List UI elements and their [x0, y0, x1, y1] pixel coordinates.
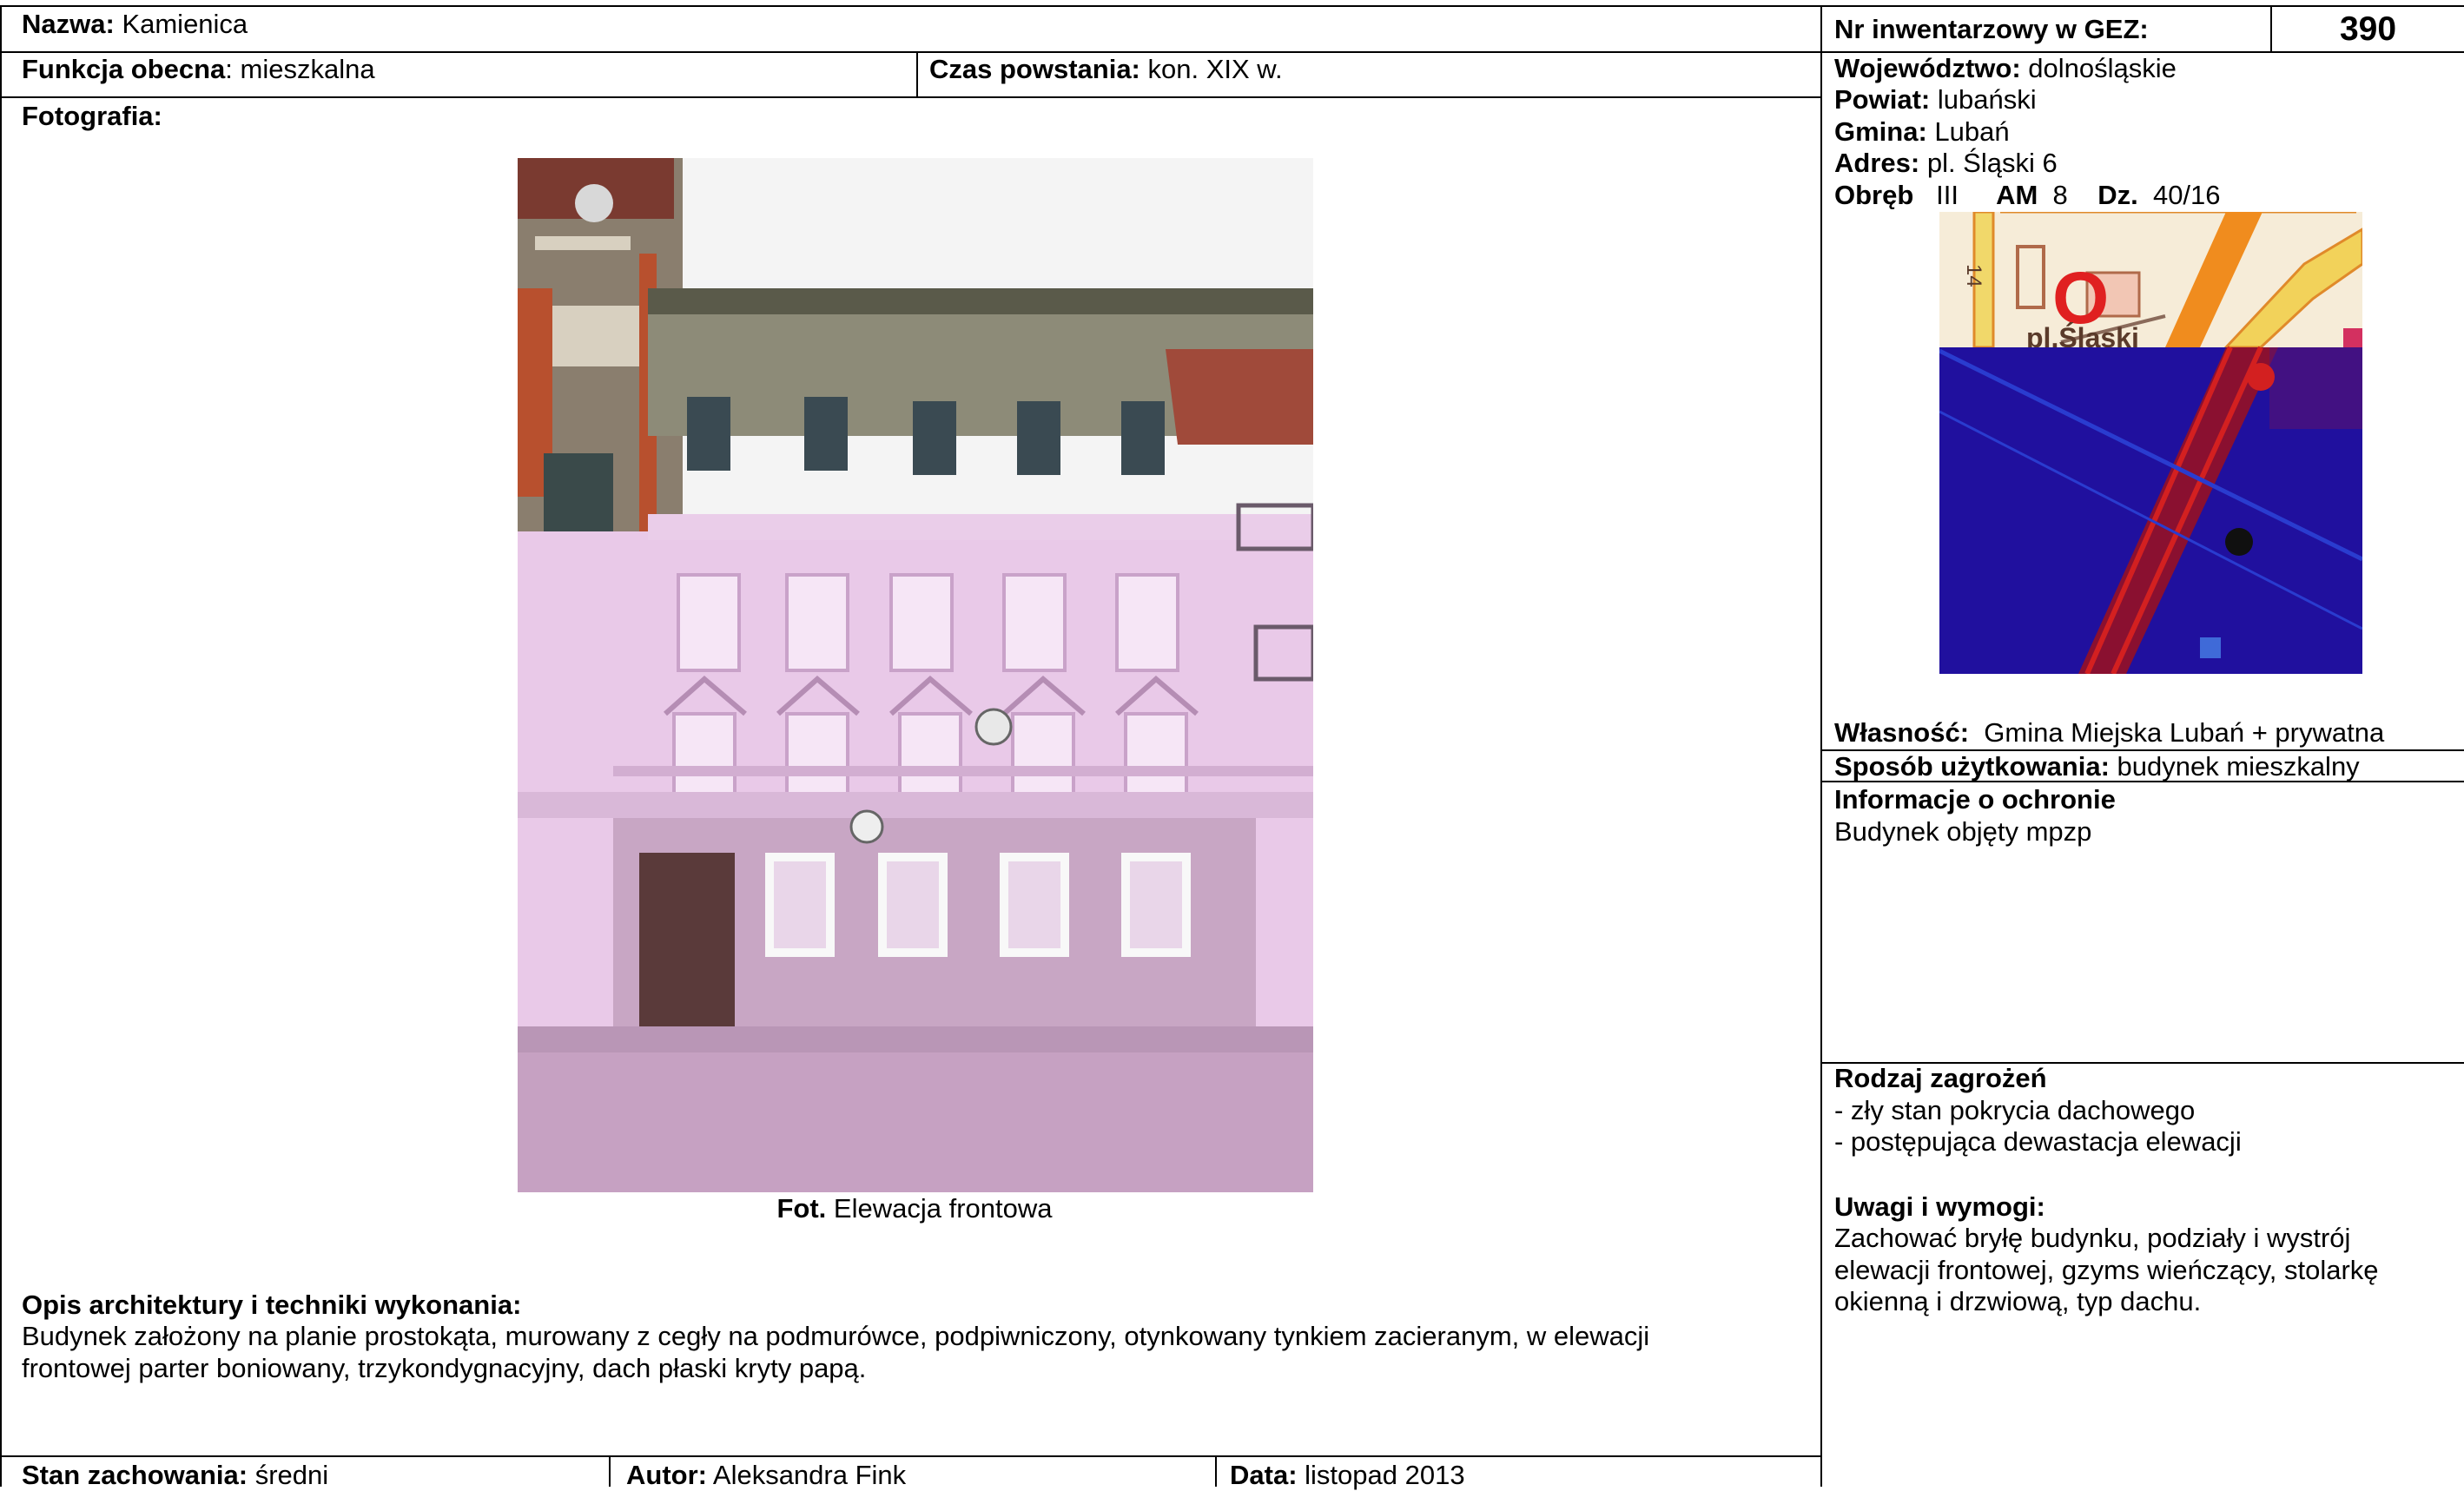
creation-value: kon. XIX w. — [1147, 54, 1283, 84]
am-label: AM — [1996, 180, 2038, 210]
photo-caption-bold: Fot. — [776, 1193, 827, 1224]
county-field: Powiat: lubański — [1834, 84, 2037, 115]
author-label: Autor: — [626, 1460, 707, 1490]
name-label: Nazwa: — [22, 9, 115, 39]
description-line: Budynek założony na planie prostokąta, m… — [22, 1321, 1650, 1351]
function-field: Funkcja obecna: mieszkalna — [22, 54, 375, 85]
column-divider — [1820, 5, 1822, 1487]
county-value: lubański — [1937, 84, 2037, 115]
building-photo — [518, 158, 1313, 1192]
column-divider — [916, 51, 918, 97]
protection-text: Budynek objęty mpzp — [1834, 816, 2092, 847]
photo-caption-text: Elewacja frontowa — [833, 1193, 1053, 1224]
inventory-number: 390 — [2339, 10, 2397, 48]
ownership-field: Własność: Gmina Miejska Lubań + prywatna — [1834, 717, 2384, 749]
description-line: frontowej parter boniowany, trzykondygna… — [22, 1353, 867, 1383]
ownership-label: Własność: — [1834, 717, 1970, 748]
photo-label: Fotografia: — [22, 101, 162, 131]
condition-value: średni — [254, 1460, 329, 1490]
voivodeship-value: dolnośląskie — [2028, 53, 2177, 83]
precinct-value: III — [1936, 180, 1959, 210]
building-photo-image — [518, 158, 1313, 1192]
usage-value: budynek mieszkalny — [2117, 751, 2360, 782]
plot-value: 40/16 — [2152, 180, 2221, 210]
cadastral-field: Obręb III AM 8 Dz. 40/16 — [1834, 180, 2221, 211]
address-field: Adres: pl. Śląski 6 — [1834, 148, 2058, 179]
address-label: Adres: — [1834, 148, 1920, 178]
threat-item: - zły stan pokrycia dachowego — [1834, 1095, 2196, 1125]
row-divider — [0, 96, 1822, 98]
inventory-label: Nr inwentarzowy w GEZ: — [1834, 14, 2149, 44]
threats-heading: Rodzaj zagrożeń — [1834, 1063, 2047, 1093]
column-divider — [609, 1455, 611, 1487]
threat-item: - postępująca dewastacja elewacji — [1834, 1126, 2242, 1157]
creation-label: Czas powstania: — [929, 54, 1140, 84]
author-value: Aleksandra Fink — [712, 1460, 907, 1490]
left-border — [0, 5, 2, 1487]
county-label: Powiat: — [1834, 84, 1931, 115]
commune-field: Gmina: Lubań — [1834, 116, 2010, 148]
protection-heading: Informacje o ochronie — [1834, 784, 2116, 815]
map-graphic: O pl.Śląski 14 — [1939, 212, 2362, 674]
function-label: Funkcja obecna — [22, 54, 226, 84]
location-map: O pl.Śląski 14 — [1939, 212, 2362, 674]
name-value: Kamienica — [122, 9, 248, 39]
commune-value: Lubań — [1934, 116, 2010, 147]
remarks-line: elewacji frontowej, gzyms wieńczący, sto… — [1834, 1255, 2379, 1285]
column-divider — [1215, 1455, 1217, 1487]
precinct-label: Obręb — [1834, 180, 1914, 210]
remarks-heading: Uwagi i wymogi: — [1834, 1191, 2045, 1222]
row-divider — [0, 1455, 1822, 1457]
voivodeship-field: Województwo: dolnośląskie — [1834, 53, 2177, 84]
map-street-number: 14 — [1962, 264, 1985, 287]
description-heading: Opis architektury i techniki wykonania: — [22, 1290, 522, 1320]
top-border — [0, 5, 2464, 7]
remarks-line: Zachować bryłę budynku, podziały i wystr… — [1834, 1223, 2351, 1253]
date-value: listopad 2013 — [1305, 1460, 1465, 1490]
function-value: : mieszkalna — [225, 54, 375, 84]
remarks-line: okienną i drzwiową, typ dachu. — [1834, 1286, 2202, 1316]
creation-field: Czas powstania: kon. XIX w. — [929, 54, 1283, 85]
commune-label: Gmina: — [1834, 116, 1927, 147]
voivodeship-label: Województwo: — [1834, 53, 2021, 83]
ownership-value: Gmina Miejska Lubań + prywatna — [1984, 717, 2385, 748]
usage-field: Sposób użytkowania: budynek mieszkalny — [1834, 751, 2360, 782]
plot-label: Dz. — [2097, 180, 2138, 210]
am-value: 8 — [2052, 180, 2068, 210]
usage-label: Sposób użytkowania: — [1834, 751, 2110, 782]
date-label: Data: — [1230, 1460, 1298, 1490]
name-field: Nazwa: Kamienica — [22, 9, 248, 40]
photo-caption: Fot. Elewacja frontowa — [0, 1193, 1820, 1224]
condition-label: Stan zachowania: — [22, 1460, 248, 1490]
address-value: pl. Śląski 6 — [1926, 148, 2058, 178]
